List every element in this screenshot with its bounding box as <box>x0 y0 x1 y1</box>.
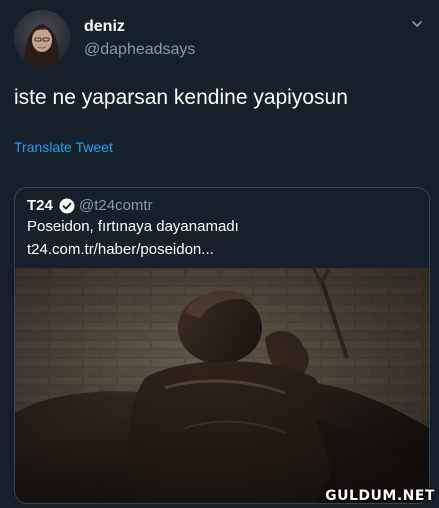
translate-tweet-link[interactable]: Translate Tweet <box>14 139 113 155</box>
tweet-container: deniz @dapheadsays iste ne yaparsan kend… <box>0 0 439 508</box>
quoted-text: Poseidon, fırtınaya dayanamadı <box>27 218 239 235</box>
watermark: GULDUM.NET <box>325 488 435 504</box>
avatar[interactable] <box>14 10 70 66</box>
user-avatar-icon <box>14 10 70 66</box>
display-name[interactable]: deniz <box>84 18 125 36</box>
user-handle[interactable]: @dapheadsays <box>84 41 195 59</box>
quoted-link[interactable]: t24.com.tr/haber/poseidon... <box>27 241 214 258</box>
chevron-down-icon[interactable] <box>407 14 427 34</box>
tweet-text: iste ne yaparsan kendine yapiyosun <box>14 86 348 109</box>
quoted-handle: @t24comtr <box>79 197 153 214</box>
quoted-tweet-card[interactable]: T24 @t24comtr Poseidon, fırtınaya dayana… <box>14 187 430 504</box>
verified-badge-icon <box>59 198 75 214</box>
quoted-display-name: T24 <box>27 197 53 214</box>
statue-photo[interactable] <box>15 268 429 503</box>
